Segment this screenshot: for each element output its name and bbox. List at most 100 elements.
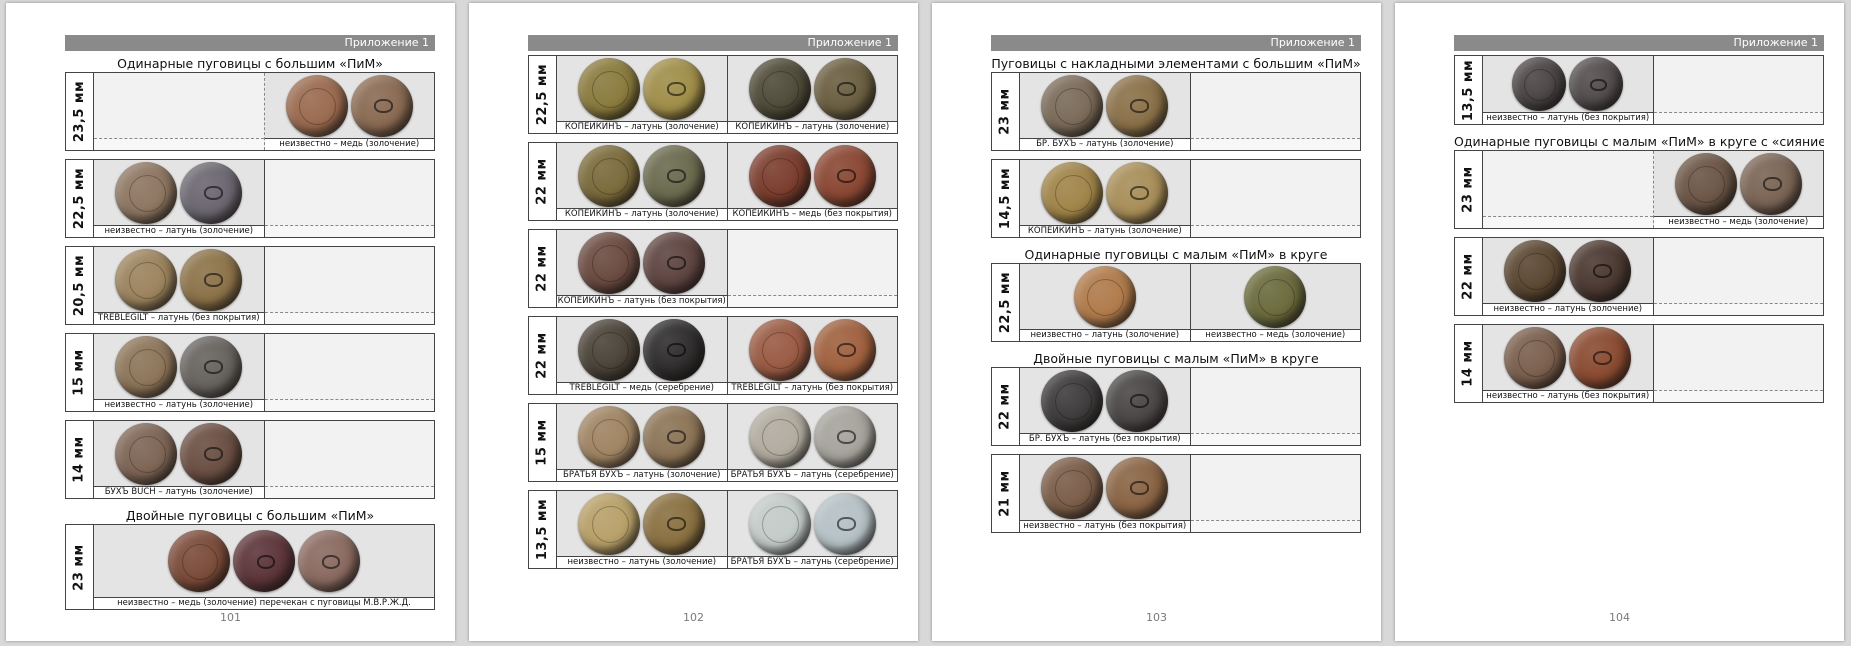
button-caption <box>264 312 434 324</box>
size-label: 15 мм <box>72 349 87 396</box>
button-front-image <box>1041 456 1104 519</box>
button-front-image <box>1504 239 1567 302</box>
size-label: 23 мм <box>72 543 87 591</box>
button-photo <box>94 73 264 138</box>
button-table-row: 15 мм неизвестно – латунь (золочение) <box>65 333 435 412</box>
size-label: 14 мм <box>1461 340 1476 387</box>
button-caption: БРАТЬЯ БУХЪ – латунь (серебрение) <box>727 469 897 481</box>
size-cell: 14,5 мм <box>992 160 1020 237</box>
button-front-image <box>748 318 811 381</box>
button-cell: неизвестно – латунь (золочение) <box>557 491 728 568</box>
button-cell: КОПЕИКИНЪ – латунь (без покрытия) <box>557 230 728 307</box>
size-label: 13,5 мм <box>535 498 551 561</box>
empty-cell <box>1483 151 1654 228</box>
section-title: Пуговицы с накладными элементами с больш… <box>991 56 1361 71</box>
document-page: Приложение 1 Пуговицы с накладными элемен… <box>932 3 1381 641</box>
document-page: Приложение 1 13,5 мм неизвестно – латунь (… <box>1395 3 1844 641</box>
button-photo <box>1653 325 1823 390</box>
button-cell: неизвестно – латунь (без покрытия) <box>1020 455 1191 532</box>
size-cell: 23 мм <box>992 73 1020 150</box>
button-photo <box>557 491 727 556</box>
button-caption: БР. БУХЪ – латунь (золочение) <box>1020 138 1190 150</box>
button-caption: неизвестно – латунь (золочение) <box>94 225 264 237</box>
button-photo <box>1020 160 1190 225</box>
size-cell: 22 мм <box>529 230 557 307</box>
size-label: 22,5 мм <box>535 63 551 126</box>
size-cell: 15 мм <box>529 404 557 481</box>
button-back-image <box>643 492 706 555</box>
empty-cell <box>264 247 434 324</box>
button-table-row: 22 мм КОПЕИКИНЪ – латунь (без покрытия) <box>528 229 898 308</box>
button-front-image <box>748 57 811 120</box>
button-photo <box>1190 73 1360 138</box>
button-photo <box>264 334 434 399</box>
button-front-image <box>1244 265 1307 328</box>
button-table-row: 22 мм БР. БУХЪ – латунь (без покрытия) <box>991 367 1361 446</box>
button-cell: TREBLEGILT – латунь (без покрытия) <box>727 317 897 394</box>
size-label: 13,5 мм <box>1461 59 1477 121</box>
button-caption: КОПЕИКИНЪ – латунь (золочение) <box>1020 225 1190 237</box>
row-cells: неизвестно – латунь (золочение) БРАТЬЯ БУ… <box>557 491 897 568</box>
row-cells: неизвестно – латунь (без покрытия) <box>1020 455 1360 532</box>
button-caption: неизвестно – медь (золочение) <box>264 138 434 150</box>
button-photo <box>94 421 264 486</box>
size-cell: 22,5 мм <box>529 56 557 133</box>
button-front-image <box>578 231 641 294</box>
row-cells: КОПЕИКИНЪ – латунь (золочение) КОПЕИКИНЪ … <box>557 143 897 220</box>
button-cell: КОПЕИКИНЪ – латунь (золочение) <box>557 56 728 133</box>
document-page: Приложение 1 22,5 мм КОПЕИКИНЪ – латунь (з… <box>469 3 918 641</box>
row-cells: TREBLEGILT – медь (серебрение) TREBLEGILT… <box>557 317 897 394</box>
row-cells: КОПЕИКИНЪ – латунь (золочение) КОПЕИКИНЪ … <box>557 56 897 133</box>
row-cells: неизвестно – латунь (без покрытия) <box>1483 325 1823 402</box>
button-photo <box>264 73 434 138</box>
button-photo <box>264 421 434 486</box>
button-caption: неизвестно – латунь (без покрытия) <box>1483 112 1653 124</box>
button-caption <box>1190 138 1360 150</box>
button-cell: неизвестно – латунь (золочение) <box>94 334 265 411</box>
row-cells: неизвестно – медь (золочение) <box>1483 151 1823 228</box>
button-photo <box>1653 151 1823 216</box>
document-page: Приложение 1 Одинарные пуговицы с большим… <box>6 3 455 641</box>
button-photo <box>1483 151 1653 216</box>
button-front-image <box>578 144 641 207</box>
page-number: 103 <box>1146 611 1167 624</box>
button-photo <box>557 404 727 469</box>
button-back-image <box>1569 326 1632 389</box>
button-caption <box>94 138 264 150</box>
button-front-image <box>115 335 178 398</box>
button-back-image <box>233 530 295 592</box>
button-photo <box>264 247 434 312</box>
button-back-image <box>1106 74 1169 137</box>
button-caption: неизвестно – латунь (золочение) <box>1020 329 1190 341</box>
button-cell: КОПЕИКИНЪ – латунь (золочение) <box>557 143 728 220</box>
button-caption <box>727 295 897 307</box>
page-header: Приложение 1 <box>65 35 435 51</box>
button-table-row: 20,5 мм TREBLEGILT – латунь (без покрытия… <box>65 246 435 325</box>
button-table-row: 14,5 мм КОПЕИКИНЪ – латунь (золочение) <box>991 159 1361 238</box>
button-caption <box>264 399 434 411</box>
button-table-row: 21 мм неизвестно – латунь (без покрытия) <box>991 454 1361 533</box>
button-cell: неизвестно – латунь (золочение) <box>94 160 265 237</box>
size-label: 23,5 мм <box>72 80 88 143</box>
button-caption: КОПЕИКИНЪ – латунь (золочение) <box>727 121 897 133</box>
size-label: 23 мм <box>998 88 1013 135</box>
button-front-image <box>748 405 811 468</box>
button-front-image <box>168 530 230 592</box>
button-caption <box>1190 520 1360 532</box>
button-caption: неизвестно – латунь (без покрытия) <box>1483 390 1653 402</box>
empty-cell <box>1190 160 1360 237</box>
row-cells: TREBLEGILT – латунь (без покрытия) <box>94 247 434 324</box>
size-cell: 22 мм <box>529 317 557 394</box>
button-back-image <box>643 144 706 207</box>
button-table-row: 13,5 мм неизвестно – латунь (без покрытия… <box>1454 55 1824 125</box>
button-cell: TREBLEGILT – латунь (без покрытия) <box>94 247 265 324</box>
button-front-image <box>1674 152 1737 215</box>
button-back-image <box>813 492 876 555</box>
button-cell: неизвестно – медь (золочение) <box>1653 151 1823 228</box>
button-front-image <box>1504 326 1567 389</box>
row-cells: неизвестно – латунь (золочение) неизвестн… <box>1020 264 1360 341</box>
button-caption: неизвестно – латунь (золочение) <box>94 399 264 411</box>
size-cell: 22,5 мм <box>992 264 1020 341</box>
button-front-image <box>285 74 348 137</box>
section-title: Одинарные пуговицы с малым «ПиМ» в круге… <box>1454 134 1824 149</box>
